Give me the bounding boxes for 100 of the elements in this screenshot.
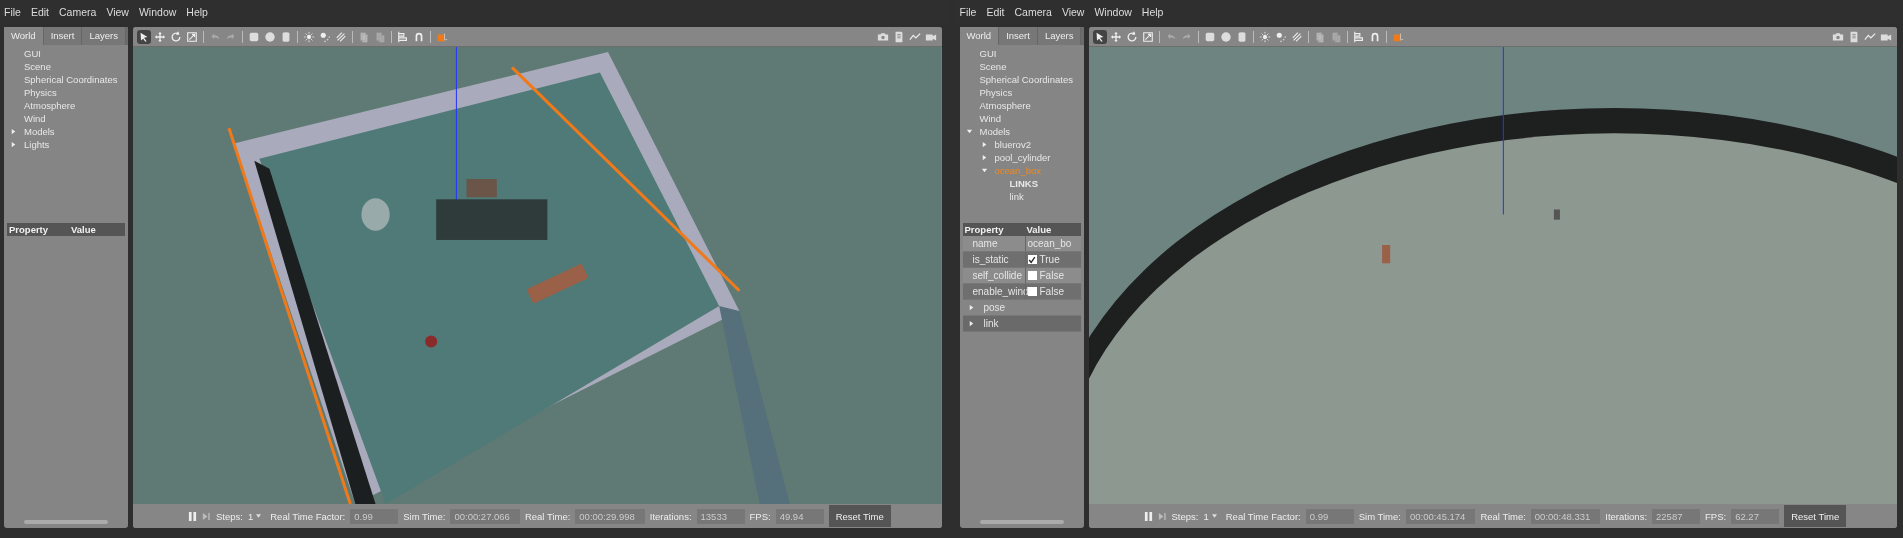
tree-item[interactable]: Atmosphere [24, 100, 76, 111]
panel-tab[interactable]: Insert [999, 27, 1038, 45]
panel-tab[interactable]: World [959, 27, 1000, 45]
collapsed-arrow-icon[interactable] [980, 141, 988, 148]
collapsed-arrow-icon[interactable] [980, 154, 988, 161]
align-icon[interactable] [1351, 29, 1366, 44]
scale-icon[interactable] [1140, 29, 1155, 44]
paste-icon[interactable] [373, 29, 387, 44]
menu-item[interactable]: View [106, 6, 129, 18]
collapsed-arrow-icon[interactable] [10, 128, 17, 135]
sun-icon[interactable] [302, 29, 316, 44]
rotate-icon[interactable] [169, 29, 183, 44]
align-icon[interactable] [396, 29, 410, 44]
menu-item[interactable]: View [1061, 6, 1085, 18]
sphere-icon[interactable] [1218, 29, 1233, 44]
readout-field: 13533 [696, 508, 745, 524]
tree-item[interactable]: Physics [24, 87, 57, 98]
panel-tab[interactable]: World [4, 27, 44, 45]
field-label: Real Time Factor: [1225, 510, 1301, 522]
tree-item[interactable]: Physics [979, 87, 1013, 98]
checkbox[interactable] [1027, 287, 1037, 296]
property-value: False [1039, 270, 1064, 281]
3d-scene-drawing[interactable] [133, 47, 942, 504]
tree-item[interactable]: Scene [979, 61, 1007, 72]
tree-item[interactable]: Models [24, 126, 55, 137]
property-value: ocean_bo [1027, 238, 1072, 249]
readout-field: 0.99 [350, 508, 399, 524]
panel-tab[interactable]: Layers [82, 27, 126, 45]
property-value: True [1039, 254, 1060, 265]
sphere-icon[interactable] [263, 29, 277, 44]
menu-item[interactable]: File [4, 6, 21, 18]
menu-item[interactable]: Window [138, 6, 177, 18]
menu-item[interactable]: Camera [59, 6, 97, 18]
sun-icon[interactable] [1257, 29, 1272, 44]
steps-label: Steps: [216, 510, 243, 522]
readout-field: 49.94 [775, 508, 824, 524]
tree-item[interactable]: GUI [979, 48, 997, 59]
checkbox[interactable] [1027, 271, 1037, 280]
pause-icon[interactable] [1143, 510, 1153, 522]
property-name: self_collide [971, 270, 1023, 281]
collapsed-arrow-icon[interactable] [10, 141, 17, 148]
step-icon[interactable] [202, 510, 211, 522]
tree-item[interactable]: Scene [24, 61, 51, 72]
reset-time-button[interactable]: Reset Time [828, 505, 891, 527]
menu-item[interactable]: File [959, 6, 977, 18]
checkbox[interactable] [1027, 255, 1037, 264]
tree-item[interactable]: bluerov2 [994, 139, 1031, 150]
panel-tab[interactable]: Layers [1037, 27, 1082, 45]
menu-item[interactable]: Edit [986, 6, 1005, 18]
property-name: name [971, 238, 999, 249]
field-label: Sim Time: [403, 510, 446, 522]
field-label: FPS: [749, 510, 771, 522]
steps-label: Steps: [1171, 510, 1199, 522]
menu-item[interactable]: Edit [30, 6, 49, 18]
tree-item[interactable]: Atmosphere [979, 100, 1031, 111]
pause-icon[interactable] [188, 510, 197, 522]
readout-field: 00:00:29.998 [575, 508, 645, 524]
readout-field: 22587 [1652, 508, 1701, 524]
tree-item[interactable]: link [1009, 191, 1024, 202]
menu-item[interactable]: Camera [1014, 6, 1052, 18]
table-header: Property Value [962, 223, 1081, 236]
scrollbar[interactable] [24, 520, 108, 524]
tree-item[interactable]: Wind [24, 113, 46, 124]
tree-item[interactable]: Spherical Coordinates [24, 74, 118, 85]
menu-item[interactable]: Help [186, 6, 208, 18]
field-label: Sim Time: [1358, 510, 1401, 522]
menu-item[interactable]: Help [1141, 6, 1164, 18]
tree-item[interactable]: LINKS [1009, 178, 1038, 189]
tree-item[interactable]: Lights [24, 139, 50, 150]
expanded-arrow-icon[interactable] [965, 128, 973, 135]
readout-field: 00:00:48.331 [1530, 508, 1601, 524]
tree-item[interactable]: Models [979, 126, 1011, 137]
menu-item[interactable]: Window [1094, 6, 1132, 18]
table-header: Property Value [7, 223, 125, 236]
readout-field: 00:00:45.174 [1405, 508, 1476, 524]
lines-icon[interactable] [334, 29, 348, 44]
lines-icon[interactable] [1289, 29, 1304, 44]
tree-item[interactable]: Spherical Coordinates [979, 74, 1073, 85]
steps-spinner[interactable]: 1 [247, 510, 262, 522]
step-icon[interactable] [1157, 510, 1167, 522]
reset-time-button[interactable]: Reset Time [1784, 505, 1847, 527]
steps-spinner[interactable]: 1 [1203, 510, 1217, 522]
expanded-arrow-icon[interactable] [980, 167, 988, 174]
3d-scene-drawing[interactable] [1088, 47, 1897, 504]
tree-item[interactable]: Wind [979, 113, 1002, 124]
property-group-row[interactable]: link [962, 316, 1081, 332]
property-value: False [1039, 286, 1064, 297]
scrollbar[interactable] [979, 520, 1064, 524]
field-label: Iterations: [1605, 510, 1648, 522]
field-label: Real Time Factor: [270, 510, 346, 522]
copy-icon[interactable] [357, 29, 371, 44]
field-label: Real Time: [524, 510, 571, 522]
panel-tab[interactable]: Insert [43, 27, 83, 45]
field-label: FPS: [1705, 510, 1727, 522]
readout-field: 0.99 [1305, 508, 1354, 524]
rotate-icon[interactable] [1124, 29, 1139, 44]
tree-item[interactable]: pool_cylinder [994, 152, 1051, 163]
select-arrow-icon[interactable] [137, 29, 151, 44]
scale-icon[interactable] [185, 29, 199, 44]
tree-item[interactable]: GUI [24, 48, 41, 59]
